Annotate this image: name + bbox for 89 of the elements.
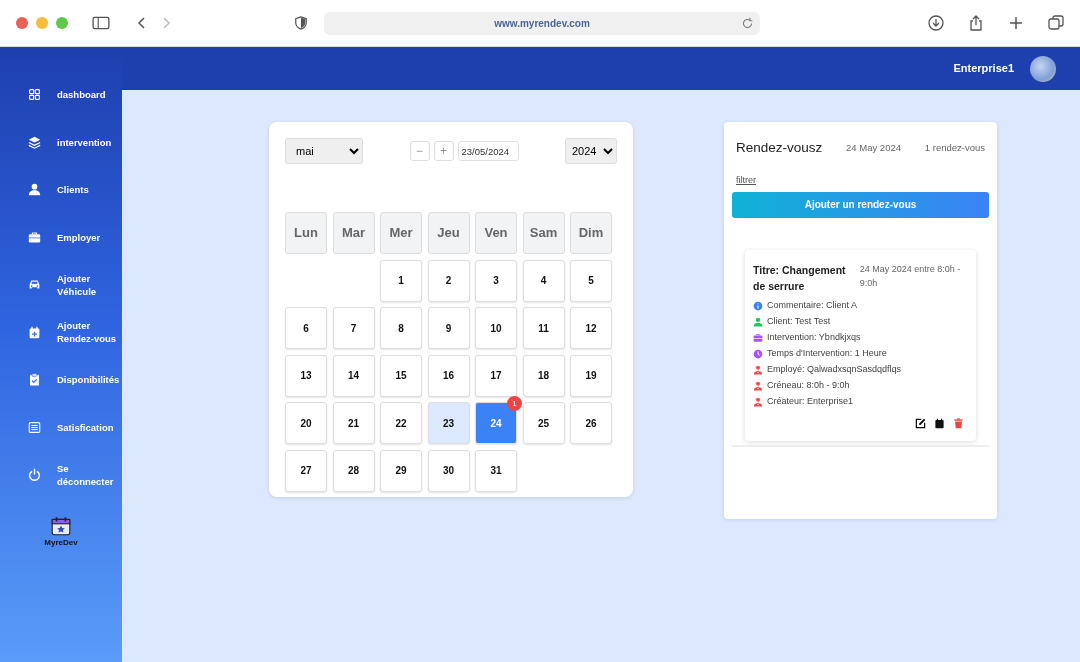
avatar-placeholder[interactable] [1030, 55, 1056, 82]
panel-title: Rendez-vousz [736, 139, 823, 157]
panel-date: 24 May 2024 [846, 141, 901, 155]
day-cell[interactable]: 25 [522, 402, 565, 444]
appointment-count: 1 rendez-vous [924, 141, 985, 155]
calendar-plus-icon [28, 325, 41, 339]
weekday-header: Jeu [427, 212, 470, 254]
detail-text: Commentaire: Client A [767, 299, 858, 312]
sidebar-link[interactable]: Clients [57, 183, 122, 197]
day-cell[interactable]: 10 [475, 307, 517, 349]
sidebar-link[interactable]: Employer [57, 230, 122, 244]
sidebar-link[interactable]: dashboard [57, 88, 122, 102]
day-cell[interactable]: 11 [522, 307, 565, 349]
sidebar-link[interactable]: Ajouter Rendez-vous [57, 319, 122, 346]
form-icon [28, 420, 41, 434]
layers-icon [28, 135, 41, 149]
day-cell[interactable]: 14 [332, 354, 375, 397]
detail-text: Créateur: Enterprise1 [767, 395, 854, 408]
day-cell[interactable]: 30 [427, 449, 470, 492]
day-cell[interactable]: 6 [285, 307, 327, 349]
detail-text: Créneau: 8:0h - 9:0h [767, 379, 850, 392]
url-field[interactable]: www.myrendev.com [324, 11, 760, 35]
calendar-logo-icon [50, 514, 72, 537]
day-cell[interactable]: 3 [475, 259, 517, 302]
weekday-header: Sam [522, 212, 565, 254]
day-cell[interactable]: 19 [570, 354, 612, 397]
day-cell[interactable]: 22 [380, 402, 422, 444]
day-cell[interactable]: 13 [285, 354, 327, 397]
appointment-time: 24 May 2024 entre 8:0h - 9:0h [859, 262, 962, 290]
day-cell[interactable]: 20 [285, 402, 327, 444]
weekday-header: Ven [475, 212, 517, 254]
reload-icon[interactable] [741, 17, 754, 31]
date-field[interactable]: 23/05/2024 [457, 141, 519, 161]
day-cell[interactable]: 18 [522, 354, 565, 397]
grid-icon [28, 88, 41, 102]
sidebar-link[interactable]: Se déconnecter [57, 461, 122, 488]
briefcase-icon [28, 230, 41, 244]
person-icon [28, 183, 41, 197]
year-select[interactable]: 2024 [565, 138, 617, 164]
edit-icon[interactable] [915, 417, 926, 429]
download-icon[interactable] [928, 15, 944, 31]
close-window-icon[interactable] [16, 17, 28, 29]
day-cell[interactable]: 4 [522, 259, 565, 302]
detail-text: Employé: QalwadxsqnSasdqdflqs [767, 363, 902, 376]
detail-text: Client: Test Test [767, 315, 831, 328]
day-cell[interactable]: 23 [427, 402, 470, 444]
url-text: www.myrendev.com [494, 16, 590, 31]
new-tab-icon[interactable] [1008, 15, 1024, 31]
month-select[interactable]: mai [285, 138, 363, 164]
day-cell[interactable]: 31 [475, 449, 517, 492]
tabs-overview-icon[interactable] [1048, 15, 1064, 31]
day-cell[interactable]: 7 [332, 307, 375, 349]
day-cell[interactable]: 1 [380, 259, 422, 302]
count-badge: 1 [507, 396, 522, 411]
day-cell[interactable]: 26 [570, 402, 612, 444]
day-cell[interactable]: 21 [332, 402, 375, 444]
filter-link[interactable]: filtrer [736, 174, 756, 188]
sidebar-link[interactable]: intervention [57, 135, 122, 149]
calendar-icon[interactable] [934, 417, 945, 429]
day-cell[interactable]: 5 [570, 259, 612, 302]
sidebar-link[interactable]: Satisfication [57, 420, 122, 434]
day-cell[interactable]: 28 [332, 449, 375, 492]
day-cell[interactable]: 8 [380, 307, 422, 349]
share-icon[interactable] [968, 15, 984, 31]
sidebar-toggle-icon[interactable] [92, 14, 110, 32]
user-name: Enterprise1 [953, 61, 1014, 77]
day-cell[interactable]: 17 [475, 354, 517, 397]
logo-text: MyreDev [44, 536, 78, 549]
day-cell[interactable]: 12 [570, 307, 612, 349]
day-cell[interactable]: 9 [427, 307, 470, 349]
day-cell[interactable]: 2 [427, 259, 470, 302]
weekday-header: Mar [332, 212, 375, 254]
day-cell[interactable]: 15 [380, 354, 422, 397]
weekday-header: Lun [285, 212, 327, 254]
detail-text: Temps d'Intervention: 1 Heure [767, 347, 887, 360]
detail-text: Intervention: Ybndkjxqs [767, 331, 861, 344]
trash-icon[interactable] [953, 417, 964, 429]
weekday-header: Dim [570, 212, 612, 254]
clipboard-check-icon [28, 373, 41, 387]
power-icon [28, 468, 41, 482]
sidebar-link[interactable]: Disponibilités [57, 373, 122, 387]
appointment-title: Titre: Changement de serrure [753, 262, 847, 294]
day-cell[interactable]: 27 [285, 449, 327, 492]
shield-icon[interactable] [294, 16, 308, 30]
car-icon [28, 278, 41, 292]
weekday-header: Mer [380, 212, 422, 254]
day-cell[interactable]: 16 [427, 354, 470, 397]
day-cell[interactable]: 29 [380, 449, 422, 492]
sidebar-link[interactable]: Ajouter Véhicule [57, 271, 122, 298]
